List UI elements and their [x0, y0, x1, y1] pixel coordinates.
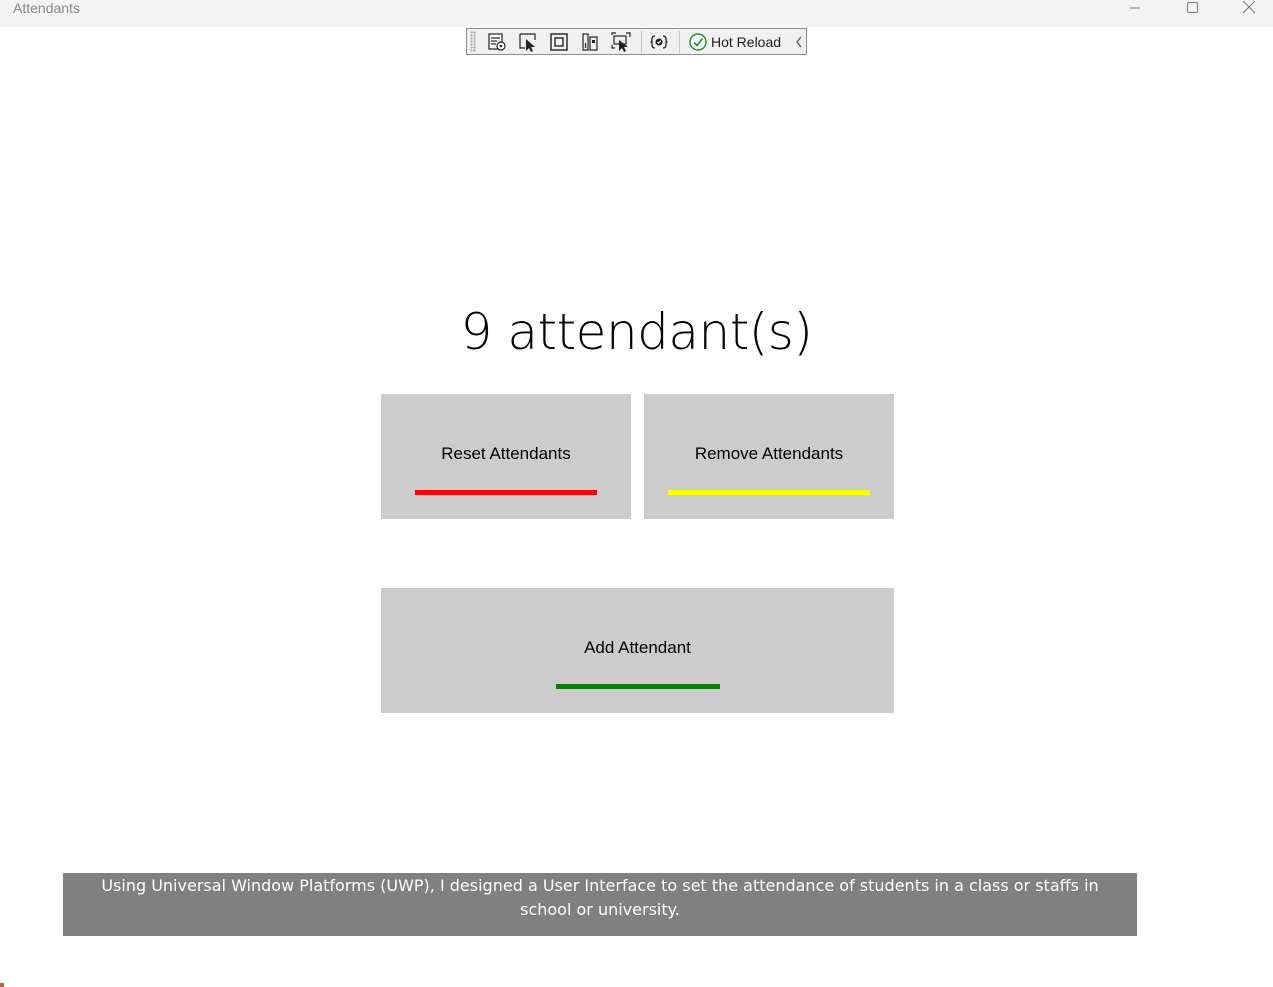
window-corner-mark — [0, 983, 4, 987]
maximize-icon — [1187, 2, 1198, 13]
add-attendant-label: Add Attendant — [584, 638, 691, 657]
preview-selection-icon[interactable] — [610, 31, 632, 53]
window-title: Attendants — [13, 0, 80, 16]
attendant-count-label: 9 attendant(s) — [460, 303, 813, 361]
check-circle-icon — [689, 32, 707, 51]
binding-failures-icon[interactable] — [648, 31, 670, 53]
toolbar-separator — [679, 30, 680, 53]
description-caption: Using Universal Window Platforms (UWP), … — [63, 873, 1137, 936]
remove-attendants-button[interactable]: Remove Attendants — [644, 394, 894, 519]
title-bar: Attendants — [0, 0, 1273, 27]
select-element-icon[interactable] — [517, 31, 539, 53]
close-icon — [1242, 1, 1256, 14]
xaml-debug-toolbar: Hot Reload — [466, 28, 807, 55]
display-layout-adorners-icon[interactable] — [548, 31, 570, 53]
reset-attendants-button[interactable]: Reset Attendants — [381, 394, 631, 519]
reset-attendants-label: Reset Attendants — [441, 444, 571, 463]
reset-accent-bar — [415, 490, 597, 495]
collapse-toolbar-button[interactable] — [794, 35, 804, 49]
remove-accent-bar — [668, 490, 870, 495]
add-attendant-button[interactable]: Add Attendant — [381, 588, 894, 713]
add-accent-bar — [556, 684, 720, 689]
minimize-icon — [1130, 7, 1140, 9]
toolbar-separator — [641, 30, 642, 53]
hot-reload-label: Hot Reload — [711, 33, 782, 50]
maximize-button[interactable] — [1169, 0, 1215, 16]
toolbar-grip-handle[interactable] — [470, 31, 476, 52]
chevron-left-icon — [796, 36, 802, 47]
close-button[interactable] — [1226, 0, 1272, 16]
track-focus-icon[interactable] — [579, 31, 601, 53]
live-visual-tree-icon[interactable] — [486, 31, 508, 53]
minimize-button[interactable] — [1112, 0, 1158, 16]
hot-reload-button[interactable]: Hot Reload — [689, 32, 782, 51]
remove-attendants-label: Remove Attendants — [694, 444, 844, 463]
